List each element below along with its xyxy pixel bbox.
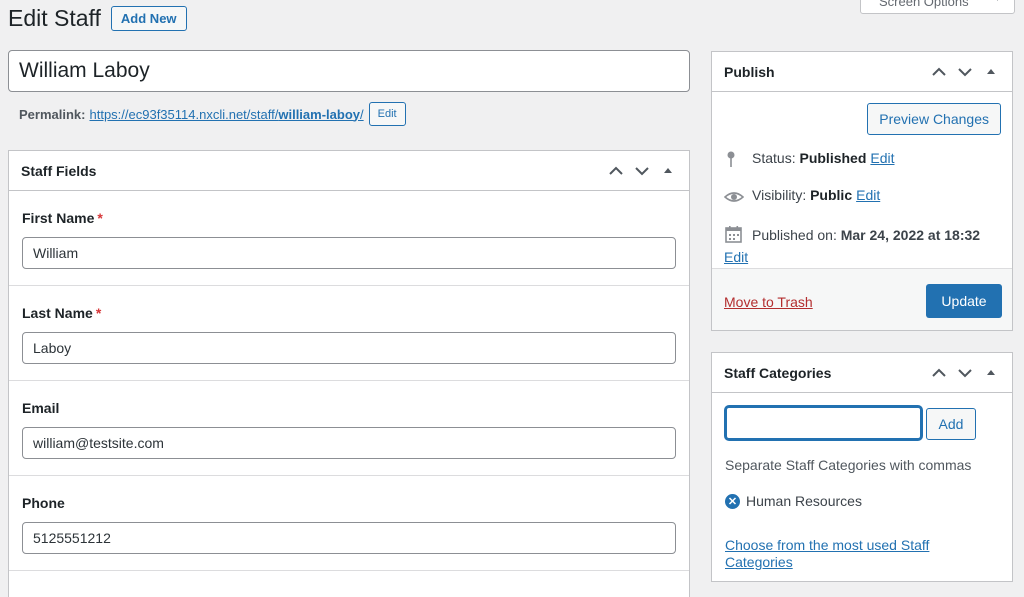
- staff-categories-box: Staff Categories Add Separate Staff Cate…: [711, 352, 1013, 582]
- pin-icon: [727, 151, 735, 167]
- update-button[interactable]: Update: [926, 284, 1002, 318]
- calendar-icon: [725, 226, 742, 243]
- email-label: Email: [22, 400, 60, 416]
- field-phone: Phone 5125551212: [9, 476, 689, 571]
- permalink-label: Permalink:: [19, 106, 86, 122]
- publish-actions: Move to Trash Update: [712, 268, 1012, 330]
- new-category-input[interactable]: [725, 406, 922, 440]
- email-input[interactable]: william@testsite.com: [22, 427, 676, 459]
- required-mark: *: [97, 210, 103, 226]
- most-used-categories-link[interactable]: Choose from the most used Staff Categori…: [725, 537, 965, 571]
- add-category-button[interactable]: Add: [926, 408, 976, 440]
- visibility-value: Public: [810, 187, 853, 203]
- add-new-button[interactable]: Add New: [110, 6, 187, 31]
- box-handle-actions: [607, 162, 677, 180]
- preview-changes-button[interactable]: Preview Changes: [867, 103, 1001, 135]
- move-up-icon[interactable]: [930, 63, 948, 81]
- field-last-name: Last Name * Laboy: [9, 286, 689, 381]
- publish-title: Publish: [724, 63, 775, 80]
- permalink: Permalink: https://ec93f35114.nxcli.net/…: [19, 102, 406, 126]
- published-label: Published on:: [752, 227, 837, 243]
- staff-categories-header: Staff Categories: [712, 353, 1012, 393]
- staff-fields-box: Staff Fields First Name * William Last Na…: [8, 150, 690, 597]
- published-value: Mar 24, 2022 at 18:32: [840, 227, 981, 243]
- chevron-down-icon: ▾: [995, 0, 1000, 4]
- first-name-input[interactable]: William: [22, 237, 676, 269]
- screen-options-button[interactable]: Screen Options ▾: [860, 0, 1015, 14]
- permalink-url[interactable]: https://ec93f35114.nxcli.net/staff/willi…: [89, 107, 363, 122]
- visibility-row: Visibility: Public Edit: [724, 187, 880, 207]
- field-first-name: First Name * William: [9, 191, 689, 286]
- screen-options-label: Screen Options: [879, 0, 969, 9]
- category-help-text: Separate Staff Categories with commas: [725, 457, 972, 473]
- status-edit-link[interactable]: Edit: [870, 150, 894, 166]
- first-name-label: First Name: [22, 210, 95, 226]
- visibility-label: Visibility:: [752, 187, 807, 203]
- eye-icon: [724, 192, 744, 202]
- move-down-icon[interactable]: [633, 162, 651, 180]
- collapse-toggle-icon[interactable]: [982, 364, 1000, 382]
- last-name-label: Last Name: [22, 305, 93, 321]
- status-label: Status:: [752, 150, 796, 166]
- post-title-input[interactable]: William Laboy: [8, 50, 690, 92]
- published-date-row: Published on: Mar 24, 2022 at 18:32 Edit: [724, 224, 1009, 268]
- status-row: Status: Published Edit: [724, 150, 895, 170]
- permalink-edit-button[interactable]: Edit: [368, 102, 406, 126]
- move-down-icon[interactable]: [956, 63, 974, 81]
- publish-header: Publish: [712, 52, 1012, 92]
- move-up-icon[interactable]: [607, 162, 625, 180]
- category-tag-label: Human Resources: [746, 493, 862, 509]
- move-to-trash-link[interactable]: Move to Trash: [724, 294, 813, 310]
- published-edit-link[interactable]: Edit: [724, 249, 748, 265]
- status-value: Published: [799, 150, 867, 166]
- staff-fields-title: Staff Fields: [21, 162, 97, 179]
- box-handle-actions: [930, 364, 1000, 382]
- page-title: Edit Staff: [8, 5, 101, 31]
- collapse-toggle-icon[interactable]: [982, 63, 1000, 81]
- required-mark: *: [95, 305, 102, 321]
- move-down-icon[interactable]: [956, 364, 974, 382]
- staff-fields-header: Staff Fields: [9, 151, 689, 191]
- remove-tag-icon[interactable]: ✕: [725, 493, 740, 509]
- box-handle-actions: [930, 63, 1000, 81]
- page-header: Edit Staff Add New: [8, 5, 187, 32]
- field-email: Email william@testsite.com: [9, 381, 689, 476]
- phone-label: Phone: [22, 495, 65, 511]
- move-up-icon[interactable]: [930, 364, 948, 382]
- collapse-toggle-icon[interactable]: [659, 162, 677, 180]
- last-name-input[interactable]: Laboy: [22, 332, 676, 364]
- visibility-edit-link[interactable]: Edit: [856, 187, 880, 203]
- phone-input[interactable]: 5125551212: [22, 522, 676, 554]
- publish-box: Publish Preview Changes Status: Publishe…: [711, 51, 1013, 331]
- staff-categories-title: Staff Categories: [724, 364, 832, 381]
- category-tag: ✕ Human Resources: [725, 493, 862, 509]
